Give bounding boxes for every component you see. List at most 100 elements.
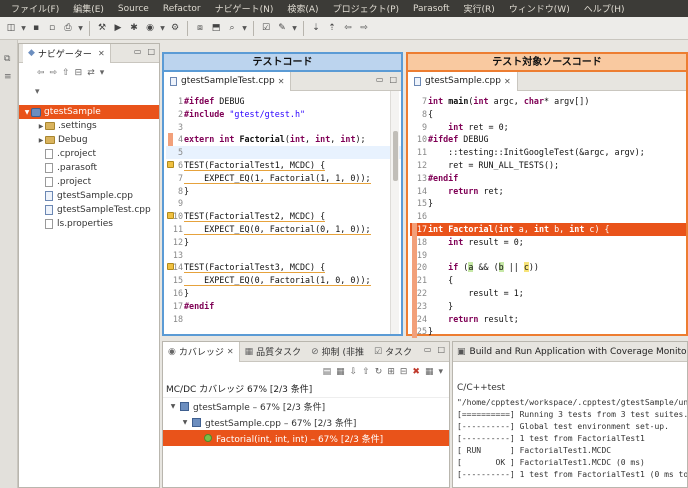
tree-item[interactable]: ▶ .settings bbox=[19, 119, 159, 133]
maximize-icon[interactable]: □ bbox=[389, 75, 397, 84]
new-icon[interactable]: ◫ bbox=[4, 21, 18, 35]
close-icon[interactable]: ✕ bbox=[278, 77, 285, 86]
save-icon[interactable]: ▪ bbox=[29, 21, 43, 35]
up-icon[interactable]: ⇧ bbox=[62, 68, 70, 78]
code-line[interactable]: 8{ bbox=[410, 108, 686, 121]
filter-chevron-icon[interactable]: ▾ bbox=[35, 87, 40, 97]
menu-item[interactable]: ウィンドウ(W) bbox=[502, 2, 577, 15]
code-line[interactable]: 10#ifdef DEBUG bbox=[410, 133, 686, 146]
tree-item[interactable]: .parasoft bbox=[19, 161, 159, 175]
code-line[interactable]: 15} bbox=[410, 197, 686, 210]
expand-toggle-icon[interactable]: ▼ bbox=[181, 419, 189, 426]
coverage-tree-item[interactable]: ▼ gtestSample.cpp – 67% [2/3 条件] bbox=[163, 414, 449, 430]
code-area[interactable]: 1#ifdef DEBUG 2#include "gtest/gtest.h" 3 4… bbox=[166, 91, 401, 334]
tab-task[interactable]: ☑ タスク bbox=[369, 342, 417, 362]
pen-icon[interactable]: ✎ bbox=[275, 21, 289, 35]
code-line[interactable]: 11 EXPECT_EQ(0, Factorial(0, 1, 0)); bbox=[166, 223, 401, 236]
code-line[interactable]: 17#endif bbox=[166, 300, 401, 313]
up-icon[interactable]: ⇧ bbox=[362, 367, 370, 377]
tree-item[interactable]: gtestSampleTest.cpp bbox=[19, 203, 159, 217]
code-line[interactable]: 1#ifdef DEBUG bbox=[166, 95, 401, 108]
minimize-icon[interactable]: ▭ bbox=[134, 47, 142, 56]
code-line[interactable]: 15 EXPECT_EQ(0, Factorial(1, 0, 0)); bbox=[166, 274, 401, 287]
code-line[interactable]: 17int Factorial(int a, int b, int c) { bbox=[410, 223, 686, 236]
code-line[interactable]: 12 ret = RUN_ALL_TESTS(); bbox=[410, 159, 686, 172]
expand-icon[interactable]: ⊞ bbox=[387, 367, 395, 377]
layout-icon[interactable]: ▤ bbox=[323, 367, 332, 377]
grid-icon[interactable]: ▦ bbox=[425, 367, 434, 377]
view-menu-icon[interactable]: ▾ bbox=[100, 68, 105, 78]
coverage-tree-item[interactable]: Factorial(int, int, int) – 67% [2/3 条件] bbox=[163, 430, 449, 446]
code-line[interactable]: 13 bbox=[166, 249, 401, 262]
search-icon[interactable]: ⌕ bbox=[225, 21, 239, 35]
refresh-icon[interactable]: ↻ bbox=[375, 367, 383, 377]
code-line[interactable]: 16 bbox=[410, 210, 686, 223]
tab-suppression[interactable]: ⊘ 抑制 (非推 bbox=[306, 342, 369, 362]
prev-annotation-icon[interactable]: ⇡ bbox=[325, 21, 339, 35]
close-icon[interactable]: ✕ bbox=[504, 77, 511, 86]
dropdown-chevron-icon[interactable]: ▼ bbox=[241, 21, 248, 35]
view-menu-icon[interactable]: ▾ bbox=[438, 367, 443, 377]
code-line[interactable]: 10TEST(FactorialTest2, MCDC) { bbox=[166, 210, 401, 223]
code-line[interactable]: 11 ::testing::InitGoogleTest(&argc, argv… bbox=[410, 146, 686, 159]
maximize-icon[interactable]: □ bbox=[147, 47, 155, 56]
task-icon[interactable]: ☑ bbox=[259, 21, 273, 35]
print-icon[interactable]: ⎙ bbox=[61, 21, 75, 35]
tab-navigator[interactable]: ◆ ナビゲーター ✕ bbox=[23, 43, 111, 63]
open-resource-icon[interactable]: ⬒ bbox=[209, 21, 223, 35]
code-line[interactable]: 8} bbox=[166, 185, 401, 198]
code-line[interactable]: 9 int ret = 0; bbox=[410, 121, 686, 134]
restore-icon[interactable]: ⧉ bbox=[4, 54, 14, 64]
minimize-icon[interactable]: ▭ bbox=[424, 345, 432, 354]
tab-gtestsampletest[interactable]: gtestSampleTest.cpp ✕ bbox=[164, 71, 292, 91]
link-editor-icon[interactable]: ⇄ bbox=[87, 68, 95, 78]
tree-item[interactable]: .cproject bbox=[19, 147, 159, 161]
code-line[interactable]: 21 { bbox=[410, 274, 686, 287]
expand-toggle-icon[interactable]: ▼ bbox=[23, 109, 31, 116]
code-line[interactable]: 23 } bbox=[410, 300, 686, 313]
menu-item[interactable]: プロジェクト(P) bbox=[326, 2, 406, 15]
dropdown-chevron-icon[interactable]: ▼ bbox=[159, 21, 166, 35]
tab-quality-task[interactable]: ▦ 品質タスク bbox=[240, 342, 307, 362]
annotation-icon[interactable] bbox=[167, 161, 174, 168]
code-area[interactable]: 7int main(int argc, char* argv[]) 8{9 int… bbox=[410, 91, 686, 339]
expand-toggle-icon[interactable]: ▼ bbox=[169, 403, 177, 410]
code-line[interactable]: 13#endif bbox=[410, 172, 686, 185]
code-line[interactable]: 14 return ret; bbox=[410, 185, 686, 198]
down-icon[interactable]: ⇩ bbox=[350, 367, 358, 377]
back-icon[interactable]: ⇦ bbox=[37, 68, 45, 78]
code-line[interactable]: 4extern int Factorial(int, int, int); bbox=[166, 133, 401, 146]
tree-item[interactable]: ls.properties bbox=[19, 217, 159, 231]
delete-icon[interactable]: ✖ bbox=[412, 367, 420, 377]
annotation-icon[interactable] bbox=[167, 212, 174, 220]
tab-gtestsample[interactable]: gtestSample.cpp ✕ bbox=[408, 71, 518, 91]
tree-item[interactable]: gtestSample.cpp bbox=[19, 189, 159, 203]
menu-item[interactable]: ファイル(F) bbox=[4, 2, 66, 15]
debug-icon[interactable]: ✱ bbox=[127, 21, 141, 35]
back-icon[interactable]: ⇦ bbox=[341, 21, 355, 35]
code-line[interactable]: 5 bbox=[166, 146, 401, 159]
code-line[interactable]: 19 bbox=[410, 249, 686, 262]
code-line[interactable]: 3 bbox=[166, 121, 401, 134]
menu-item[interactable]: 編集(E) bbox=[66, 2, 111, 15]
code-line[interactable]: 2#include "gtest/gtest.h" bbox=[166, 108, 401, 121]
code-line[interactable]: 22 result = 1; bbox=[410, 287, 686, 300]
menu-item[interactable]: ナビゲート(N) bbox=[208, 2, 281, 15]
menu-item[interactable]: Refactor bbox=[156, 4, 208, 14]
collapse-icon[interactable]: ⊟ bbox=[400, 367, 408, 377]
code-line[interactable]: 18 bbox=[166, 313, 401, 326]
code-line[interactable]: 6TEST(FactorialTest1, MCDC) { bbox=[166, 159, 401, 172]
open-type-icon[interactable]: ⧈ bbox=[193, 21, 207, 35]
dropdown-chevron-icon[interactable]: ▼ bbox=[77, 21, 84, 35]
menu-item[interactable]: Parasoft bbox=[406, 4, 457, 14]
forward-icon[interactable]: ⇨ bbox=[357, 21, 371, 35]
code-line[interactable]: 25} bbox=[410, 325, 686, 338]
tree-item[interactable]: ▶ Debug bbox=[19, 133, 159, 147]
code-line[interactable]: 7int main(int argc, char* argv[]) bbox=[410, 95, 686, 108]
code-line[interactable]: 24 return result; bbox=[410, 313, 686, 326]
forward-icon[interactable]: ⇨ bbox=[50, 68, 58, 78]
run-icon[interactable]: ▶ bbox=[111, 21, 125, 35]
minimize-icon[interactable]: ▭ bbox=[376, 75, 384, 84]
expand-toggle-icon[interactable]: ▶ bbox=[37, 137, 45, 144]
console-title[interactable]: Build and Run Application with Coverage … bbox=[470, 347, 687, 357]
